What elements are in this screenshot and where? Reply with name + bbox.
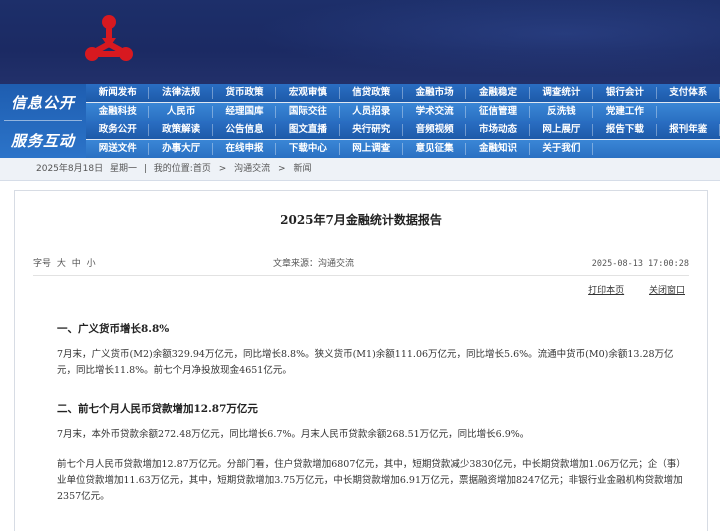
nav-item[interactable]: 金融知识 bbox=[466, 140, 530, 158]
nav-rows: 新闻发布 法律法规 货币政策 宏观审慎 信贷政策 金融市场 金融稳定 调查统计 银行会计 支付体系… bbox=[86, 84, 720, 158]
main-nav: 信息公开 服务互动 新闻发布 法律法规 货币政策 宏观审慎 信贷政策 金融市场 金融稳定 调查… bbox=[0, 84, 720, 158]
nav-item[interactable]: 新闻发布 bbox=[86, 84, 150, 102]
nav-item[interactable]: 报告下载 bbox=[593, 121, 657, 139]
nav-item[interactable]: 市场动态 bbox=[466, 121, 530, 139]
nav-item[interactable]: 图文直播 bbox=[276, 121, 340, 139]
breadcrumb-section-link[interactable]: 沟通交流 bbox=[234, 164, 270, 174]
nav-item[interactable]: 报刊年鉴 bbox=[657, 121, 720, 139]
nav-item[interactable]: 网上展厅 bbox=[530, 121, 594, 139]
nav-item[interactable]: 反洗钱 bbox=[530, 103, 594, 121]
print-page-link[interactable]: 打印本页 bbox=[588, 286, 624, 296]
font-size-control: 字号 大 中 小 bbox=[33, 257, 96, 271]
nav-item[interactable]: 调查统计 bbox=[530, 84, 594, 102]
nav-item[interactable]: 金融市场 bbox=[403, 84, 467, 102]
article-timestamp: 2025-08-13 17:00:28 bbox=[591, 259, 689, 269]
font-size-label: 字号 bbox=[33, 259, 52, 269]
section-1-paragraph-1: 7月末，广义货币(M2)余额329.94万亿元，同比增长8.8%。狭义货币(M1… bbox=[57, 349, 674, 376]
nav-item[interactable]: 政务公开 bbox=[86, 121, 150, 139]
section-heading-1: 一、广义货币增长8.8% bbox=[57, 323, 170, 335]
nav-item[interactable]: 征信管理 bbox=[466, 103, 530, 121]
nav-item[interactable]: 宏观审慎 bbox=[276, 84, 340, 102]
article-tools: 打印本页 关闭窗口 bbox=[566, 283, 685, 296]
breadcrumb-home-link[interactable]: 首页 bbox=[193, 164, 211, 174]
close-window-link[interactable]: 关闭窗口 bbox=[649, 286, 685, 296]
section-2-paragraph-1: 7月末，本外币贷款余额272.48万亿元，同比增长6.7%。月末人民币贷款余额2… bbox=[57, 429, 530, 440]
nav-item[interactable]: 央行研究 bbox=[340, 121, 403, 139]
nav-item[interactable]: 学术交流 bbox=[403, 103, 467, 121]
location-label: 我的位置: bbox=[153, 164, 193, 174]
breadcrumb-arrow: > bbox=[278, 164, 286, 174]
breadcrumb-current-link[interactable]: 新闻 bbox=[293, 164, 311, 174]
nav-row-3: 政务公开 政策解读 公告信息 图文直播 央行研究 音频视频 市场动态 网上展厅 报告下载 报刊年鉴 bbox=[86, 121, 720, 139]
nav-item[interactable]: 金融科技 bbox=[86, 103, 150, 121]
font-size-small-button[interactable]: 小 bbox=[87, 259, 96, 269]
nav-item[interactable]: 法律法规 bbox=[149, 84, 213, 102]
nav-item[interactable]: 信贷政策 bbox=[340, 84, 403, 102]
nav-item[interactable]: 人员招录 bbox=[340, 103, 403, 121]
nav-row-2: 金融科技 人民币 经理国库 国际交往 人员招录 学术交流 征信管理 反洗钱 党建工作 bbox=[86, 103, 720, 121]
article-source: 文章来源：沟通交流 bbox=[273, 259, 355, 269]
banner-glow bbox=[200, 0, 720, 84]
nav-item[interactable]: 网上调查 bbox=[340, 140, 403, 158]
nav-label-info-public[interactable]: 信息公开 bbox=[0, 92, 86, 113]
section-2-paragraph-2: 前七个月人民币贷款增加12.87万亿元。分部门看，住户贷款增加6807亿元，其中… bbox=[57, 459, 686, 502]
font-size-medium-button[interactable]: 中 bbox=[72, 259, 81, 269]
nav-item[interactable]: 货币政策 bbox=[213, 84, 277, 102]
current-date: 2025年8月18日 bbox=[36, 164, 104, 174]
nav-item[interactable]: 关于我们 bbox=[530, 140, 594, 158]
header-banner bbox=[0, 0, 720, 84]
article-title: 2025年7月金融统计数据报告 bbox=[280, 213, 442, 227]
breadcrumb-separator: | bbox=[143, 164, 147, 174]
section-heading-2: 二、前七个月人民币贷款增加12.87万亿元 bbox=[57, 403, 258, 415]
breadcrumb-bar: 2025年8月18日 星期一 | 我的位置:首页 > 沟通交流 > 新闻 bbox=[0, 158, 720, 181]
nav-item[interactable]: 人民币 bbox=[149, 103, 213, 121]
nav-item[interactable]: 下载中心 bbox=[276, 140, 340, 158]
nav-category-panel: 信息公开 服务互动 bbox=[0, 84, 86, 158]
nav-item[interactable]: 银行会计 bbox=[593, 84, 657, 102]
meta-divider bbox=[33, 275, 689, 276]
article-meta: 字号 大 中 小 文章来源：沟通交流 2025-08-13 17:00:28 bbox=[33, 257, 689, 271]
nav-label-service[interactable]: 服务互动 bbox=[0, 130, 86, 151]
nav-item[interactable]: 音频视频 bbox=[403, 121, 467, 139]
nav-item[interactable]: 金融稳定 bbox=[466, 84, 530, 102]
breadcrumb-arrow: > bbox=[218, 164, 227, 174]
article-container: 2025年7月金融统计数据报告 字号 大 中 小 文章来源：沟通交流 2025-… bbox=[14, 190, 708, 531]
pboc-logo-icon[interactable] bbox=[78, 10, 140, 72]
font-size-large-button[interactable]: 大 bbox=[57, 259, 66, 269]
nav-item[interactable]: 政策解读 bbox=[149, 121, 213, 139]
nav-item[interactable]: 办事大厅 bbox=[149, 140, 213, 158]
nav-label-divider bbox=[4, 120, 82, 121]
nav-item[interactable]: 意见征集 bbox=[403, 140, 467, 158]
nav-item[interactable]: 公告信息 bbox=[213, 121, 277, 139]
nav-item[interactable]: 国际交往 bbox=[276, 103, 340, 121]
nav-item[interactable]: 经理国库 bbox=[213, 103, 277, 121]
nav-item[interactable]: 在线申报 bbox=[213, 140, 277, 158]
nav-item[interactable]: 支付体系 bbox=[657, 84, 720, 102]
nav-row-1: 新闻发布 法律法规 货币政策 宏观审慎 信贷政策 金融市场 金融稳定 调查统计 银行会计 支付体系 bbox=[86, 84, 720, 102]
breadcrumb: 2025年8月18日 星期一 | 我的位置:首页 > 沟通交流 > 新闻 bbox=[36, 158, 311, 180]
nav-row-4: 网送文件 办事大厅 在线申报 下载中心 网上调查 意见征集 金融知识 关于我们 bbox=[86, 140, 720, 158]
nav-item[interactable]: 党建工作 bbox=[593, 103, 657, 121]
nav-item[interactable]: 网送文件 bbox=[86, 140, 150, 158]
current-weekday: 星期一 bbox=[109, 164, 137, 174]
